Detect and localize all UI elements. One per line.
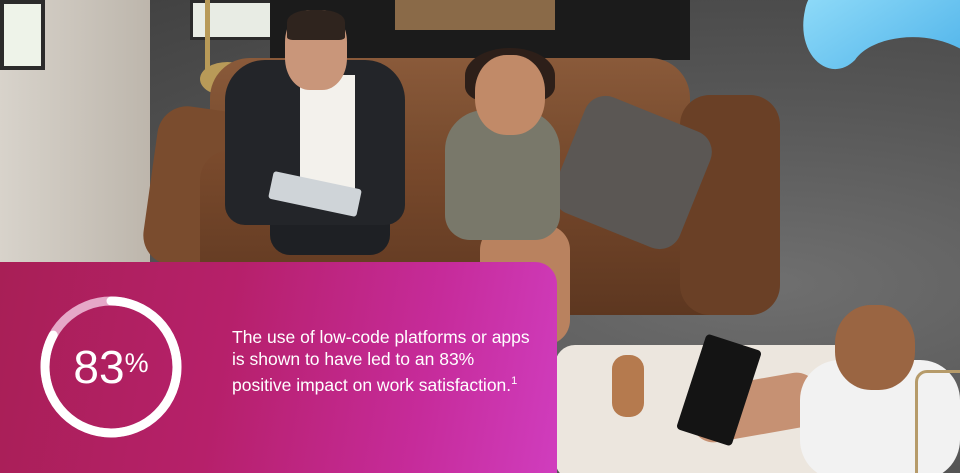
footnote-marker: 1 bbox=[511, 375, 518, 387]
stat-description-text: The use of low-code platforms or apps is… bbox=[232, 327, 530, 395]
wood-frame bbox=[395, 0, 555, 30]
chair bbox=[915, 370, 960, 473]
person-man bbox=[287, 10, 345, 40]
window bbox=[0, 0, 45, 70]
stat-percent-symbol: % bbox=[124, 348, 149, 378]
stat-number: 83 bbox=[73, 341, 125, 393]
floor-lamp bbox=[205, 0, 210, 75]
stat-card: 83% The use of low-code platforms or app… bbox=[0, 262, 557, 473]
stat-description: The use of low-code platforms or apps is… bbox=[232, 326, 537, 396]
person-woman bbox=[475, 55, 545, 135]
sandals bbox=[612, 355, 644, 417]
swirl-decoration bbox=[803, 0, 960, 70]
person-man bbox=[300, 75, 355, 195]
sofa-arm bbox=[680, 95, 780, 315]
stat-value: 83% bbox=[36, 292, 186, 442]
person-right bbox=[835, 305, 915, 390]
